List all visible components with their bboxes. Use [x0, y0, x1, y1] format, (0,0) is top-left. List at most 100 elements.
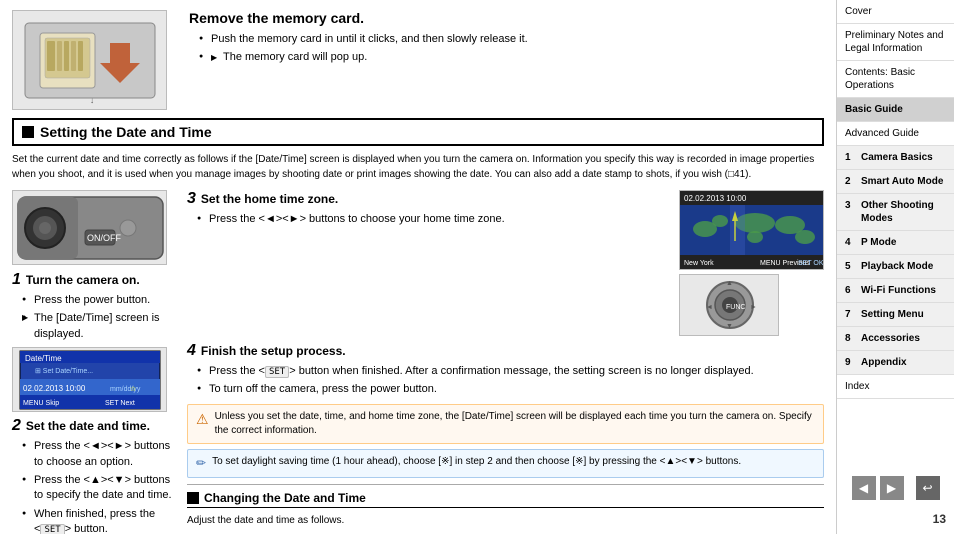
home-button[interactable]: ↩ [916, 476, 940, 500]
step-4-block: 4 Finish the setup process. Press the <S… [187, 342, 824, 398]
svg-text:02.02.2013 10:00: 02.02.2013 10:00 [684, 194, 747, 203]
svg-text:⊞ Set Date/Time...: ⊞ Set Date/Time... [35, 368, 93, 375]
sidebar-item-setting-menu[interactable]: 7 Setting Menu [837, 303, 954, 327]
sidebar-item-playback[interactable]: 5 Playback Mode [837, 255, 954, 279]
sidebar-item-contents[interactable]: Contents: Basic Operations [837, 61, 954, 98]
svg-text:☆: ☆ [130, 385, 136, 393]
memory-card-image-area: ↓ [12, 10, 177, 110]
sidebar-other-shooting-label: Other Shooting Modes [861, 199, 946, 225]
step-3-text: 3 Set the home time zone. Press the <◄><… [187, 190, 669, 336]
sidebar-item-cover[interactable]: Cover [837, 0, 954, 24]
sidebar-item-accessories[interactable]: 8 Accessories [837, 327, 954, 351]
remove-bullet-2: The memory card will pop up. [199, 50, 824, 65]
changing-date-heading: Changing the Date and Time [204, 491, 366, 505]
page-number: 13 [837, 508, 954, 530]
sidebar-item-basic-guide[interactable]: Basic Guide [837, 98, 954, 122]
sidebar-smart-auto-label: Smart Auto Mode [861, 175, 943, 188]
prev-button[interactable]: ◀ [852, 476, 876, 500]
warning-text: Unless you set the date, time, and home … [215, 410, 815, 438]
sidebar-camera-basics-label: Camera Basics [861, 151, 933, 164]
sidebar-item-appendix[interactable]: 9 Appendix [837, 351, 954, 375]
setting-date-section: Setting the Date and Time [12, 118, 824, 146]
sidebar-item-camera-basics[interactable]: 1 Camera Basics [837, 146, 954, 170]
remove-bullet-1: Push the memory card in until it clicks,… [199, 32, 824, 47]
step-2-label: Set the date and time. [26, 419, 150, 433]
svg-text:ON/OFF: ON/OFF [87, 233, 121, 243]
sidebar-setting-menu-label: Setting Menu [861, 308, 924, 321]
step-4-b1: Press the <SET> button when finished. Af… [197, 364, 824, 379]
sidebar-prelim-label: Preliminary Notes and Legal Information [845, 30, 943, 54]
ch1-num: 1 [845, 151, 857, 164]
sidebar-item-advanced-guide[interactable]: Advanced Guide [837, 122, 954, 146]
left-steps-col: ON/OFF 1 Turn the camera on. Press the p… [12, 190, 177, 534]
step-1-arrow: The [Date/Time] screen is displayed. [22, 311, 177, 342]
step-2-num: 2 [12, 417, 21, 435]
sidebar-item-p-mode[interactable]: 4 P Mode [837, 231, 954, 255]
tip-text: To set daylight saving time (1 hour ahea… [212, 455, 741, 469]
sidebar-index-label: Index [845, 381, 869, 392]
setting-date-heading: Setting the Date and Time [40, 124, 212, 140]
step-1-b1: Press the power button. [22, 293, 177, 308]
sidebar-item-other-shooting[interactable]: 3 Other Shooting Modes [837, 194, 954, 231]
setting-date-title: Setting the Date and Time [22, 124, 814, 140]
step-2-b1: Press the <◄><►> buttons to choose an op… [22, 439, 177, 470]
sidebar-item-prelim[interactable]: Preliminary Notes and Legal Information [837, 24, 954, 61]
step-3-row: 3 Set the home time zone. Press the <◄><… [187, 190, 824, 336]
remove-heading: Remove the memory card. [189, 10, 824, 26]
step-3-label: Set the home time zone. [201, 192, 338, 206]
step-1-bullets: Press the power button. The [Date/Time] … [12, 293, 177, 342]
step-4-heading: 4 Finish the setup process. [187, 342, 824, 360]
sidebar-advanced-guide-label: Advanced Guide [845, 128, 919, 139]
remove-memory-card-section: ↓ Remove the memory card. Push the memor… [12, 10, 824, 110]
svg-text:SET OK: SET OK [798, 260, 823, 267]
changing-date-title: Changing the Date and Time [187, 491, 824, 508]
date-time-screen-image: Date/Time ⊞ Set Date/Time... 02.02.2013 … [12, 347, 167, 412]
ch6-num: 6 [845, 284, 857, 297]
svg-text:Date/Time: Date/Time [25, 354, 62, 363]
step-3-b1: Press the <◄><►> buttons to choose your … [197, 212, 669, 227]
sidebar-nav: ◀ ▶ ↩ [837, 468, 954, 508]
svg-text:02.02.2013 10:00: 02.02.2013 10:00 [23, 384, 86, 393]
intro-text: Set the current date and time correctly … [12, 152, 824, 182]
svg-text:►: ► [750, 304, 757, 311]
svg-text:FUNC: FUNC [726, 304, 745, 311]
world-map-area: 02.02.2013 10:00 [679, 190, 824, 336]
memory-card-image: ↓ [12, 10, 167, 110]
tip-icon: ✏ [196, 455, 206, 472]
svg-text:▼: ▼ [726, 323, 733, 330]
main-content: ↓ Remove the memory card. Push the memor… [0, 0, 836, 534]
remove-arrow-1: The memory card will pop up. [211, 51, 367, 63]
next-button[interactable]: ▶ [880, 476, 904, 500]
step-4-b2: To turn off the camera, press the power … [197, 382, 824, 397]
step-1-num: 1 [12, 271, 21, 289]
step-3-bullets: Press the <◄><►> buttons to choose your … [187, 212, 669, 227]
step-2-b2: Press the <▲><▼> buttons to specify the … [22, 473, 177, 504]
sidebar-contents-label: Contents: Basic Operations [845, 67, 915, 91]
step-2-b3: When finished, press the <SET> button. [22, 507, 177, 534]
ch3-num: 3 [845, 199, 857, 212]
subsection-icon [187, 492, 199, 504]
changing-date-intro: Adjust the date and time as follows. [187, 513, 824, 528]
ch4-num: 4 [845, 236, 857, 249]
date-time-svg: Date/Time ⊞ Set Date/Time... 02.02.2013 … [15, 349, 165, 411]
remove-bullets: Push the memory card in until it clicks,… [189, 32, 824, 66]
step-4-bullets: Press the <SET> button when finished. Af… [187, 364, 824, 398]
section-sep [187, 484, 824, 485]
sidebar-basic-guide-label: Basic Guide [845, 104, 903, 115]
ch9-num: 9 [845, 356, 857, 369]
sidebar-item-wifi[interactable]: 6 Wi-Fi Functions [837, 279, 954, 303]
sidebar-item-smart-auto[interactable]: 2 Smart Auto Mode [837, 170, 954, 194]
sidebar-playback-label: Playback Mode [861, 260, 933, 273]
svg-text:↓: ↓ [90, 96, 94, 105]
section-icon [22, 126, 34, 138]
step-1-label: Turn the camera on. [26, 273, 140, 287]
step-4-label: Finish the setup process. [201, 344, 346, 358]
func-step3-svg: FUNC ▲ ▼ ◄ ► [682, 276, 777, 334]
world-map-image: 02.02.2013 10:00 [679, 190, 824, 270]
memory-card-svg: ↓ [15, 13, 165, 108]
bottom-steps: ON/OFF 1 Turn the camera on. Press the p… [12, 190, 824, 534]
step-1-heading: 1 Turn the camera on. [12, 271, 177, 289]
sidebar-item-index[interactable]: Index [837, 375, 954, 399]
sidebar-cover-label: Cover [845, 6, 872, 17]
step-3-heading: 3 Set the home time zone. [187, 190, 669, 208]
